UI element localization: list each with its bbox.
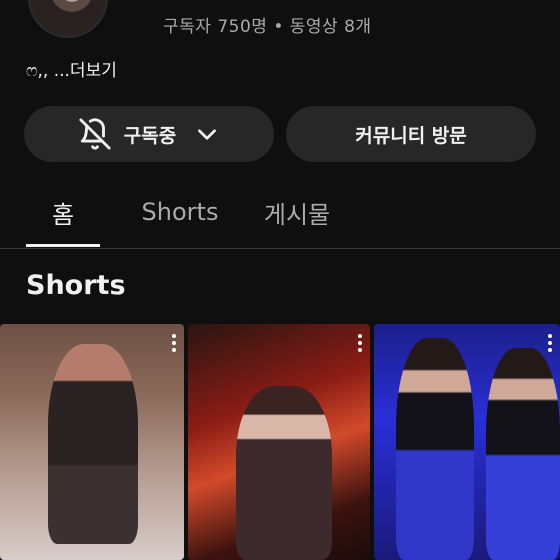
thumbnail-figure <box>48 344 138 544</box>
subscribed-button[interactable]: 구독중 <box>24 106 274 162</box>
shorts-section-title: Shorts <box>26 270 126 301</box>
channel-avatar[interactable] <box>28 0 108 38</box>
visit-community-label: 커뮤니티 방문 <box>355 124 467 147</box>
thumbnail-figure <box>236 386 332 560</box>
chevron-down-icon <box>194 121 220 147</box>
more-vert-icon[interactable] <box>172 334 176 352</box>
shorts-thumbnail-2[interactable] <box>188 324 370 560</box>
thumbnail-figure <box>486 348 560 560</box>
tab-posts[interactable]: 게시물 <box>252 192 342 232</box>
active-tab-indicator <box>26 244 100 247</box>
thumbnail-figure <box>396 338 474 560</box>
more-vert-icon[interactable] <box>358 334 362 352</box>
channel-description[interactable]: ෆ,, ...더보기 <box>26 56 117 81</box>
more-vert-icon[interactable] <box>548 334 552 352</box>
shorts-thumbnail-1[interactable] <box>0 324 184 560</box>
subscribed-label: 구독중 <box>123 124 177 147</box>
channel-stats: 구독자 750명 • 동영상 8개 <box>163 17 372 37</box>
bell-off-icon <box>78 117 112 151</box>
shorts-shelf <box>0 324 560 560</box>
tab-shorts[interactable]: Shorts <box>128 192 232 232</box>
tab-home[interactable]: 홈 <box>26 192 100 232</box>
shorts-thumbnail-3[interactable] <box>374 324 560 560</box>
channel-tabs: 홈 Shorts 게시물 <box>0 178 560 249</box>
visit-community-button[interactable]: 커뮤니티 방문 <box>286 106 536 162</box>
